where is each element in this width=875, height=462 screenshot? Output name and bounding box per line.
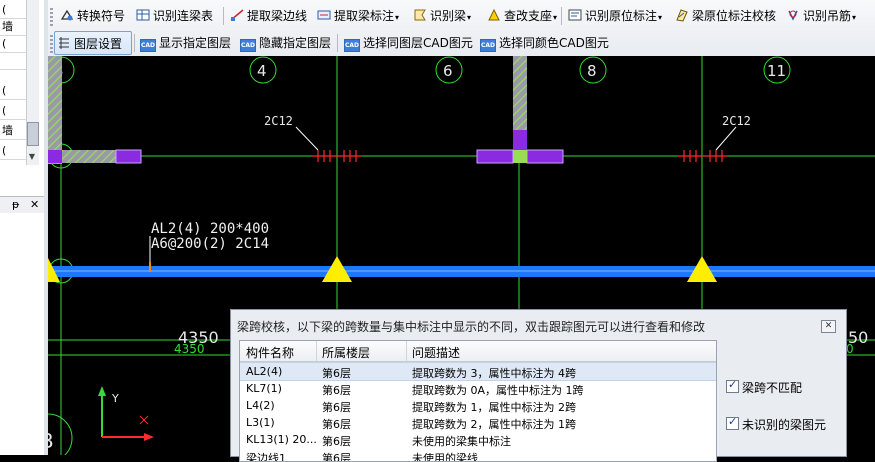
convert-symbol-icon bbox=[60, 9, 74, 21]
cad-icon: CAD bbox=[240, 39, 256, 52]
column-header-name[interactable]: 构件名称 bbox=[246, 344, 294, 361]
select-same-layer-cad-button[interactable]: CAD 选择同图层CAD图元 bbox=[342, 31, 475, 55]
axis-label-top: 8 bbox=[587, 62, 597, 80]
hanger-bar-icon bbox=[788, 10, 798, 21]
identify-hanger-bar-button[interactable]: 识别吊筋▾ bbox=[784, 4, 858, 28]
beam-end-element[interactable] bbox=[526, 149, 564, 164]
close-icon[interactable]: ✕ bbox=[30, 198, 39, 211]
beam-annotation-line: AL2(4) 200*400 bbox=[151, 221, 269, 237]
table-row[interactable]: KL7(1) 第6层 提取跨数为 0A，属性中标注为 1跨 bbox=[240, 380, 716, 397]
beam-annotation-line: A6@200(2) 2C14 bbox=[151, 236, 269, 252]
cad-icon: CAD bbox=[480, 39, 496, 52]
table-row[interactable]: KL13(1) 20... 第6层 未使用的梁集中标注 bbox=[240, 431, 716, 448]
beam-edge-icon bbox=[230, 9, 244, 21]
dimension-label: 0 bbox=[846, 342, 854, 356]
table-row[interactable]: L3(1) 第6层 提取跨数为 2，属性中标注为 1跨 bbox=[240, 414, 716, 431]
rebar-label: 2C12 bbox=[722, 114, 751, 128]
chevron-down-icon: ▾ bbox=[553, 13, 558, 22]
layer-settings-button[interactable]: 图层设置 bbox=[54, 31, 132, 55]
support-icon bbox=[488, 8, 500, 21]
toolbar-row-2: 图层设置 CAD 显示指定图层 CAD 隐藏指定图层 CAD 选择同图层CAD图元 C… bbox=[48, 31, 875, 57]
table-row[interactable]: 梁边线1 第6层 未使用的梁线 bbox=[240, 448, 716, 461]
beam-annotation-icon bbox=[317, 10, 331, 20]
dimension-label: 4350 bbox=[174, 342, 205, 356]
ucs-icon: Y bbox=[98, 386, 154, 441]
pin-icon[interactable]: ᵽ bbox=[12, 198, 19, 211]
identify-beam-button[interactable]: 识别梁▾ bbox=[411, 4, 473, 28]
extract-beam-annotation-button[interactable]: 提取梁标注▾ bbox=[315, 4, 401, 28]
beam-end-element[interactable] bbox=[115, 149, 142, 164]
scroll-down-icon[interactable]: ▼ bbox=[27, 152, 37, 161]
scrollbar-thumb[interactable] bbox=[27, 122, 39, 146]
hide-specified-layer-button[interactable]: CAD 隐藏指定图层 bbox=[238, 31, 333, 55]
toolbar: 转换符号 识别连梁表 提取梁边线 提取梁标注▾ 识别梁▾ 查改支座▾ 识别原位标… bbox=[48, 0, 875, 57]
beam-span-check-dialog: 梁跨校核，以下梁的跨数量与集中标注中显示的不同，双击跟踪图元可以进行查看和修改 … bbox=[230, 309, 847, 462]
check-annotation-icon bbox=[676, 9, 688, 22]
ucs-axis-label: Y bbox=[111, 392, 119, 405]
convert-symbol-button[interactable]: 转换符号 bbox=[58, 4, 127, 28]
table-header: 构件名称 所属楼层 问题描述 bbox=[240, 341, 716, 362]
chevron-down-icon: ▾ bbox=[467, 13, 472, 22]
column-header-floor[interactable]: 所属楼层 bbox=[322, 344, 370, 361]
dialog-title: 梁跨校核，以下梁的跨数量与集中标注中显示的不同，双击跟踪图元可以进行查看和修改 bbox=[237, 320, 706, 334]
beam-in-situ-check-button[interactable]: 梁原位标注校核 bbox=[673, 4, 778, 28]
left-panel-bottom bbox=[0, 213, 44, 455]
checkbox-checked-icon[interactable] bbox=[726, 378, 739, 393]
identify-beam-icon bbox=[414, 9, 426, 21]
table-row[interactable]: L4(2) 第6层 提取跨数为 1，属性中标注为 2跨 bbox=[240, 397, 716, 414]
unidentified-beam-checkbox[interactable]: 未识别的梁图元 bbox=[726, 415, 875, 432]
identify-in-situ-annotation-button[interactable]: 识别原位标注▾ bbox=[566, 4, 664, 28]
chevron-down-icon: ▾ bbox=[658, 13, 663, 22]
column-header-description[interactable]: 问题描述 bbox=[412, 344, 460, 361]
identify-coupling-beam-table-button[interactable]: 识别连梁表 bbox=[134, 4, 215, 28]
chevron-down-icon: ▾ bbox=[395, 13, 400, 22]
axis-label-top: 6 bbox=[443, 62, 453, 80]
span-mismatch-checkbox[interactable]: 梁跨不匹配 bbox=[726, 378, 875, 395]
axis-label-top: 11 bbox=[767, 62, 786, 80]
extract-beam-edge-button[interactable]: 提取梁边线 bbox=[228, 4, 309, 28]
cad-icon: CAD bbox=[140, 39, 156, 52]
toolbar-grip-icon[interactable] bbox=[50, 8, 53, 26]
toolbar-grip-icon[interactable] bbox=[50, 35, 53, 53]
checkbox-checked-icon[interactable] bbox=[726, 415, 739, 430]
axis-label-left: B bbox=[48, 429, 54, 453]
cad-icon: CAD bbox=[344, 39, 360, 52]
results-table: 构件名称 所属楼层 问题描述 AL2(4) 第6层 提取跨数为 3，属性中标注为… bbox=[239, 340, 717, 462]
modify-support-button[interactable]: 查改支座▾ bbox=[485, 4, 559, 28]
chevron-down-icon: ▾ bbox=[852, 13, 857, 22]
in-situ-annotation-icon bbox=[568, 9, 582, 21]
table-row[interactable]: AL2(4) 第6层 提取跨数为 3，属性中标注为 4跨 bbox=[240, 362, 716, 381]
toolbar-row-1: 转换符号 识别连梁表 提取梁边线 提取梁标注▾ 识别梁▾ 查改支座▾ 识别原位标… bbox=[48, 4, 875, 30]
layer-settings-icon bbox=[59, 37, 69, 49]
select-same-color-cad-button[interactable]: CAD 选择同颜色CAD图元 bbox=[478, 31, 611, 55]
rebar-label: 2C12 bbox=[264, 114, 293, 128]
panel-header: ᵽ ✕ bbox=[0, 196, 44, 214]
axis-label-top: 4 bbox=[257, 62, 267, 80]
left-panel: ( 墙 ( ( ( 墙 ( ▼ ᵽ ✕ bbox=[0, 0, 45, 455]
beam-end-element[interactable] bbox=[476, 149, 514, 164]
table-icon bbox=[136, 9, 150, 21]
close-icon[interactable]: ✕ bbox=[821, 320, 836, 333]
show-specified-layer-button[interactable]: CAD 显示指定图层 bbox=[138, 31, 233, 55]
